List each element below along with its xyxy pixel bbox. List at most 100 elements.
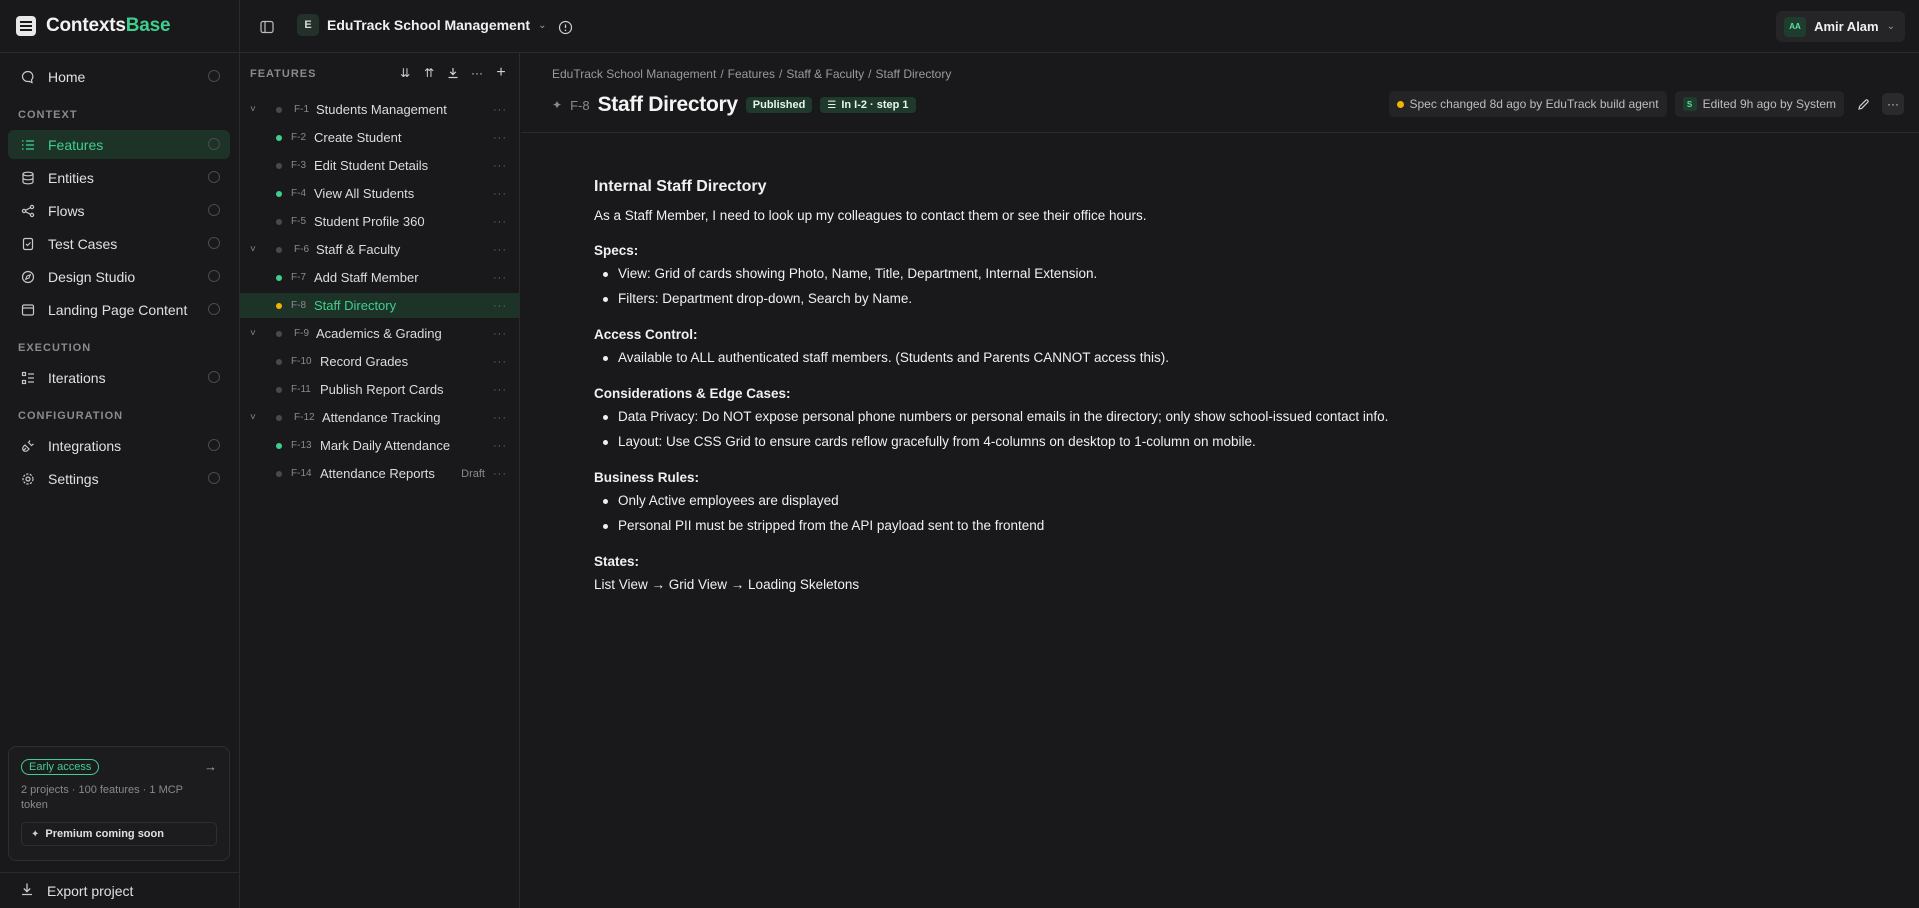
feature-id: F-14 bbox=[291, 468, 312, 479]
more-options-icon[interactable]: ··· bbox=[493, 104, 507, 116]
breadcrumb-item[interactable]: Features bbox=[728, 67, 775, 81]
sparkle-icon[interactable]: ✦ bbox=[552, 98, 562, 112]
expand-all-icon[interactable]: ⇊ bbox=[397, 65, 413, 81]
more-options-icon[interactable]: ··· bbox=[493, 216, 507, 228]
more-options-icon[interactable]: ··· bbox=[493, 440, 507, 452]
arrow-right-icon[interactable]: → bbox=[204, 759, 217, 774]
more-options-icon[interactable]: ··· bbox=[493, 300, 507, 312]
info-icon[interactable] bbox=[208, 371, 220, 383]
feature-group-row[interactable]: ˅ F-12 Attendance Tracking ··· bbox=[240, 405, 519, 430]
status-dot-icon bbox=[276, 274, 282, 281]
sidebar-item-label: Iterations bbox=[48, 369, 106, 386]
brand[interactable]: ContextsBase bbox=[16, 15, 171, 37]
feature-row[interactable]: F-13 Mark Daily Attendance ··· bbox=[240, 433, 519, 458]
access-list: Available to ALL authenticated staff mem… bbox=[594, 350, 1594, 365]
info-icon[interactable] bbox=[554, 16, 576, 38]
feature-id: F-8 bbox=[570, 97, 590, 113]
feature-name: Student Profile 360 bbox=[314, 214, 425, 229]
sidebar-item-home[interactable]: Home bbox=[8, 62, 230, 91]
feature-row[interactable]: F-5 Student Profile 360 ··· bbox=[240, 209, 519, 234]
collapse-all-icon[interactable]: ⇈ bbox=[421, 65, 437, 81]
info-icon[interactable] bbox=[208, 303, 220, 315]
feature-row[interactable]: F-2 Create Student ··· bbox=[240, 125, 519, 150]
more-options-icon[interactable]: ··· bbox=[493, 468, 507, 480]
feature-id: F-5 bbox=[291, 216, 306, 227]
more-options-icon[interactable]: ··· bbox=[493, 328, 507, 340]
chevron-down-icon[interactable]: ˅ bbox=[250, 104, 256, 115]
sidebar-item-flows[interactable]: Flows bbox=[8, 196, 230, 225]
feature-row[interactable]: F-3 Edit Student Details ··· bbox=[240, 153, 519, 178]
feature-row[interactable]: F-8 Staff Directory ··· bbox=[240, 293, 519, 318]
feature-id: F-10 bbox=[291, 356, 312, 367]
breadcrumb-item[interactable]: EduTrack School Management bbox=[552, 67, 716, 81]
iteration-badge[interactable]: ☰ In I-2 · step 1 bbox=[820, 97, 916, 113]
info-icon[interactable] bbox=[208, 70, 220, 82]
more-options-icon[interactable]: ··· bbox=[493, 384, 507, 396]
sidebar-item-iterations[interactable]: Iterations bbox=[8, 363, 230, 392]
add-icon[interactable]: + bbox=[493, 64, 509, 81]
sidebar-item-design-studio[interactable]: Design Studio bbox=[8, 262, 230, 291]
breadcrumb-item: Staff Directory bbox=[875, 67, 952, 81]
info-icon[interactable] bbox=[208, 472, 220, 484]
export-project-button[interactable]: Export project bbox=[0, 872, 239, 908]
info-icon[interactable] bbox=[208, 171, 220, 183]
section-heading-execution: EXECUTION bbox=[18, 342, 92, 354]
info-icon[interactable] bbox=[208, 270, 220, 282]
spec-changed-indicator[interactable]: Spec changed 8d ago by EduTrack build ag… bbox=[1388, 91, 1667, 117]
sidebar-item-landing-page-content[interactable]: Landing Page Content bbox=[8, 295, 230, 324]
status-dot-icon bbox=[276, 134, 282, 141]
feature-row[interactable]: F-7 Add Staff Member ··· bbox=[240, 265, 519, 290]
download-icon[interactable] bbox=[445, 65, 461, 81]
feature-row[interactable]: F-11 Publish Report Cards ··· bbox=[240, 377, 519, 402]
checklist-icon bbox=[20, 370, 36, 386]
more-options-icon[interactable]: ··· bbox=[493, 272, 507, 284]
edit-pencil-icon[interactable] bbox=[1852, 93, 1874, 115]
more-options-icon[interactable]: ··· bbox=[493, 188, 507, 200]
feature-name: Staff Directory bbox=[314, 298, 397, 313]
info-icon[interactable] bbox=[208, 138, 220, 150]
breadcrumb-item[interactable]: Staff & Faculty bbox=[786, 67, 864, 81]
more-options-icon[interactable]: ··· bbox=[493, 244, 507, 256]
status-dot-icon bbox=[276, 470, 282, 477]
sidebar-item-features[interactable]: Features bbox=[8, 130, 230, 159]
more-options-icon[interactable]: ··· bbox=[493, 132, 507, 144]
feature-id: F-9 bbox=[294, 328, 309, 339]
spec-document: Internal Staff Directory As a Staff Memb… bbox=[594, 178, 1594, 592]
sidebar-item-integrations[interactable]: Integrations bbox=[8, 431, 230, 460]
feature-name: Attendance Reports bbox=[320, 466, 435, 481]
premium-coming-soon-button[interactable]: ✦ Premium coming soon bbox=[21, 822, 217, 846]
user-menu[interactable]: AA Amir Alam ⌄ bbox=[1776, 11, 1905, 42]
chevron-down-icon[interactable]: ˅ bbox=[250, 244, 256, 255]
status-badge[interactable]: Published bbox=[745, 97, 813, 113]
more-options-icon[interactable]: ··· bbox=[493, 412, 507, 424]
chevron-down-icon[interactable]: ˅ bbox=[250, 328, 256, 339]
sidebar: Home CONTEXT Features Entities Flows Tes… bbox=[0, 53, 239, 908]
sidebar-item-label: Design Studio bbox=[48, 268, 136, 285]
info-icon[interactable] bbox=[208, 204, 220, 216]
edited-indicator[interactable]: S Edited 9h ago by System bbox=[1674, 91, 1844, 117]
sidebar-item-test-cases[interactable]: Test Cases bbox=[8, 229, 230, 258]
info-icon[interactable] bbox=[208, 439, 220, 451]
feature-row[interactable]: F-10 Record Grades ··· bbox=[240, 349, 519, 374]
toggle-sidebar-icon[interactable] bbox=[256, 16, 278, 38]
more-options-icon[interactable]: ··· bbox=[493, 356, 507, 368]
feature-row[interactable]: F-14 Attendance Reports Draft ··· bbox=[240, 461, 519, 486]
gear-icon bbox=[20, 471, 36, 487]
more-options-icon[interactable]: ··· bbox=[1882, 93, 1904, 115]
status-dot-icon bbox=[276, 246, 282, 253]
project-switcher[interactable]: E EduTrack School Management ⌄ bbox=[297, 14, 546, 36]
feature-group-row[interactable]: ˅ F-1 Students Management ··· bbox=[240, 97, 519, 122]
feature-name: Mark Daily Attendance bbox=[320, 438, 451, 453]
sidebar-item-settings[interactable]: Settings bbox=[8, 464, 230, 493]
chevron-down-icon[interactable]: ˅ bbox=[250, 412, 256, 423]
checklist-icon: ☰ bbox=[827, 99, 837, 111]
more-options-icon[interactable]: ··· bbox=[469, 65, 485, 81]
feature-row[interactable]: F-4 View All Students ··· bbox=[240, 181, 519, 206]
info-icon[interactable] bbox=[208, 237, 220, 249]
more-options-icon[interactable]: ··· bbox=[493, 160, 507, 172]
sidebar-item-entities[interactable]: Entities bbox=[8, 163, 230, 192]
feature-group-row[interactable]: ˅ F-9 Academics & Grading ··· bbox=[240, 321, 519, 346]
feature-group-row[interactable]: ˅ F-6 Staff & Faculty ··· bbox=[240, 237, 519, 262]
sparkle-icon: ✦ bbox=[31, 828, 40, 840]
status-dot-icon bbox=[276, 442, 282, 449]
